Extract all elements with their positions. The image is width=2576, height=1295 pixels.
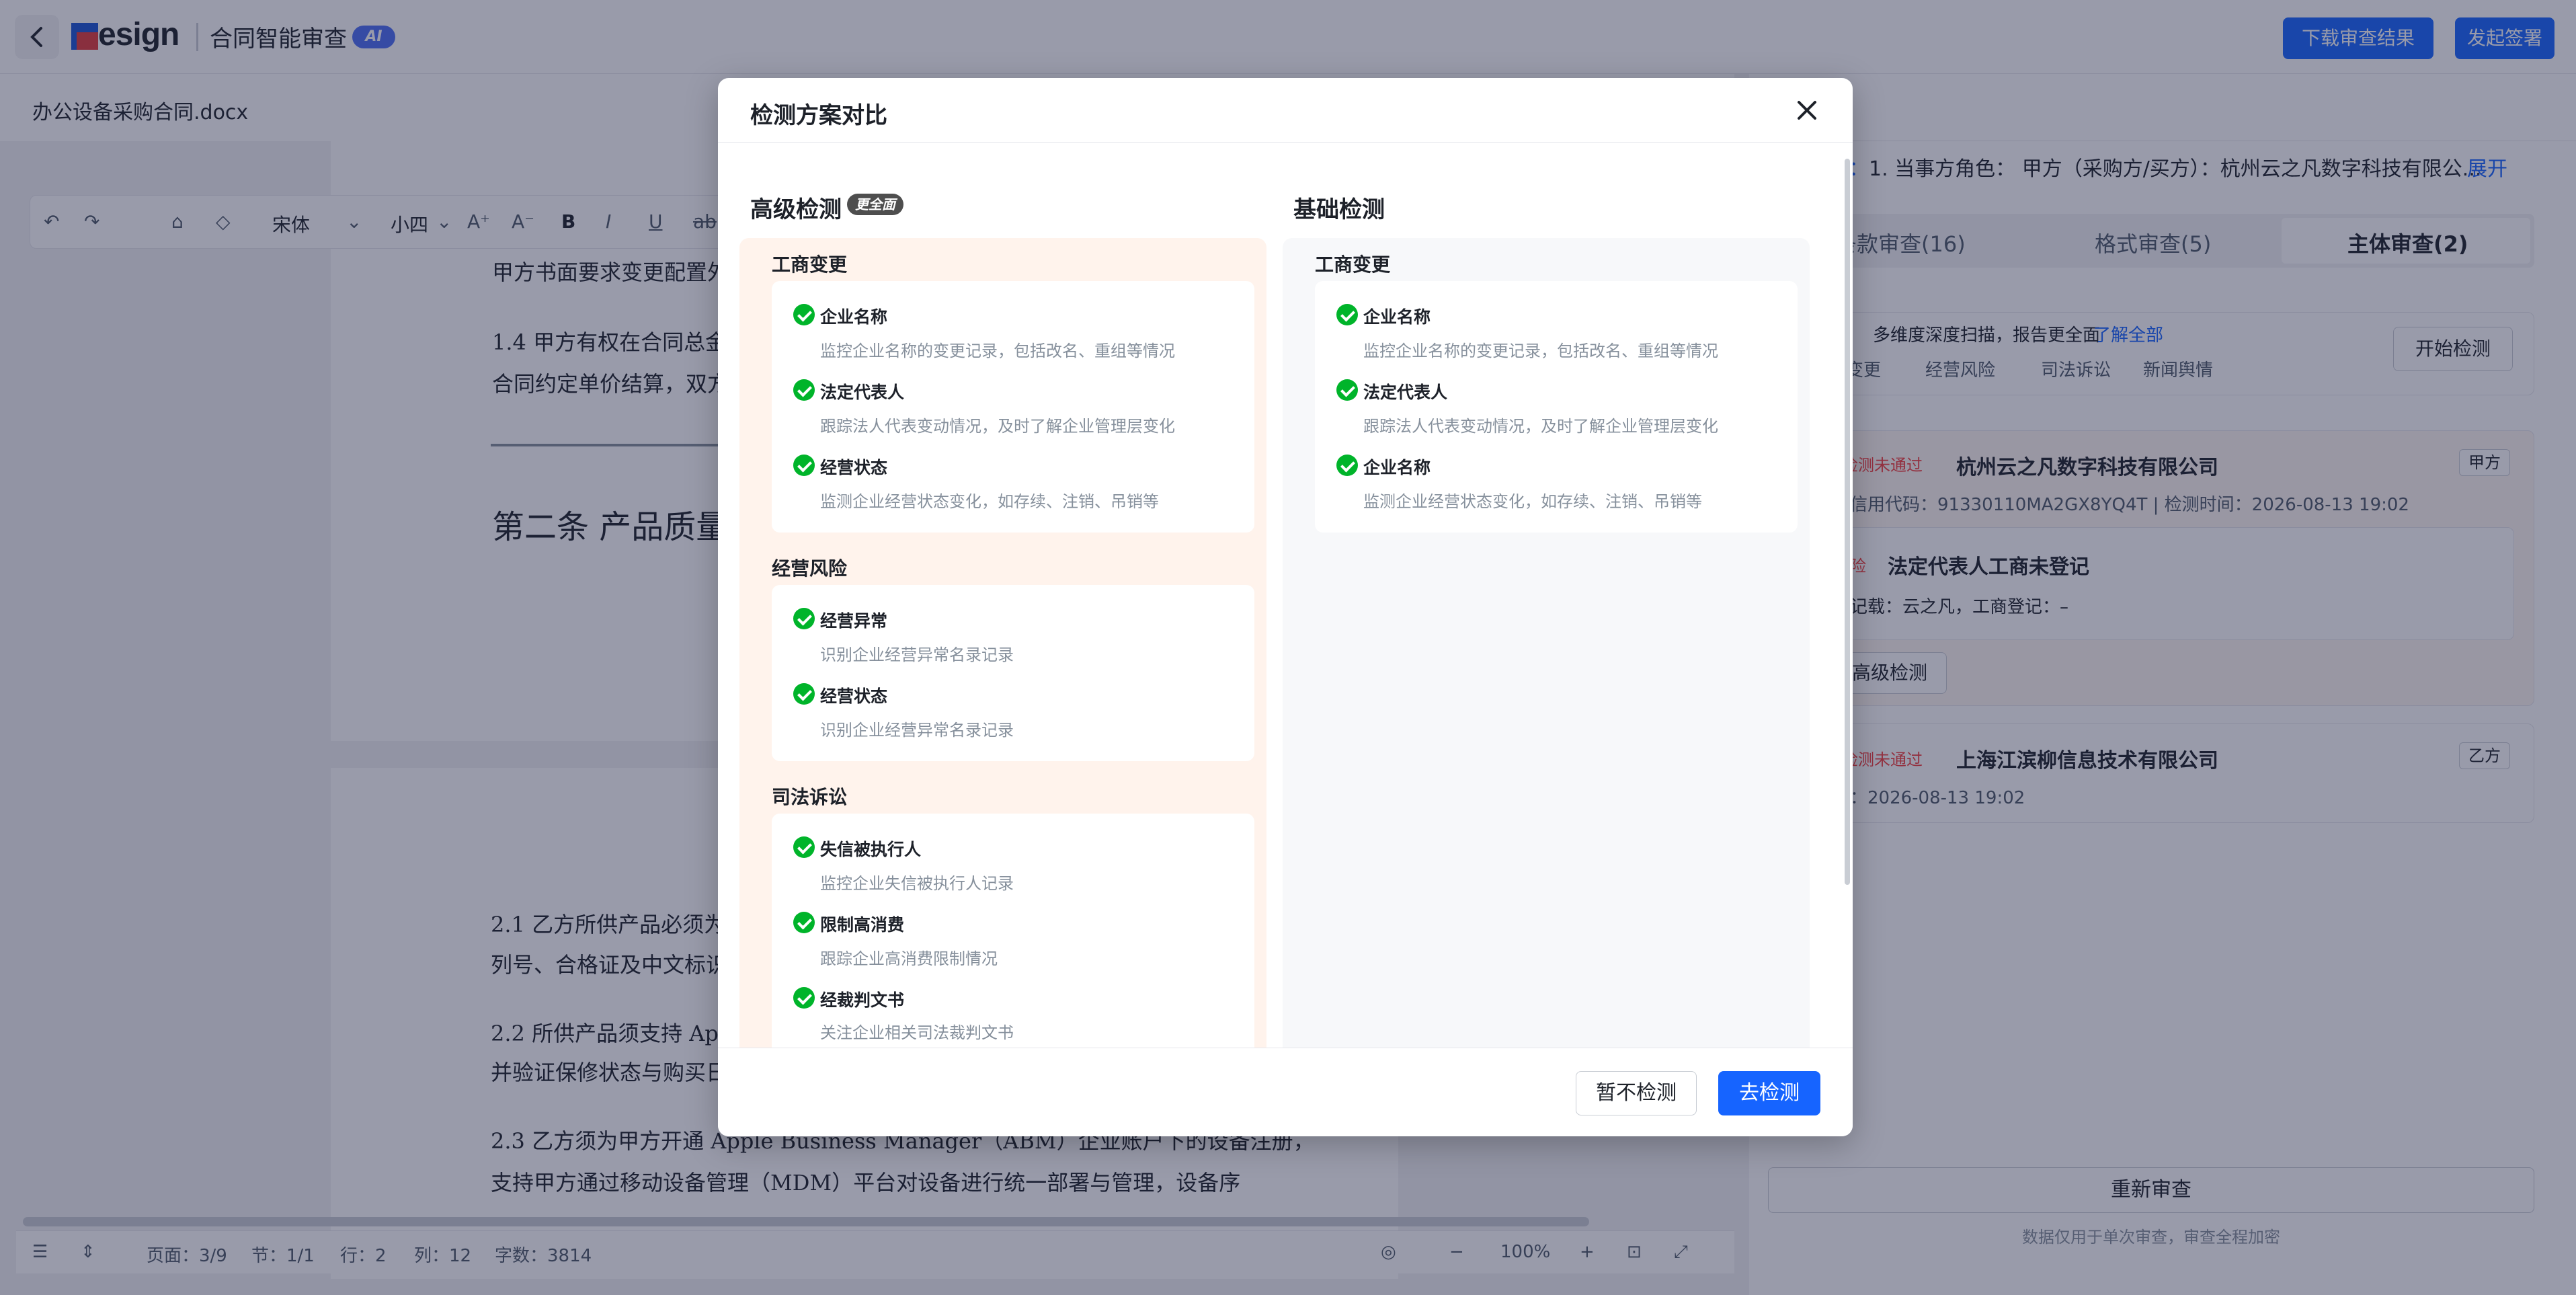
section-title: 工商变更 (1315, 253, 1391, 276)
feature-name: 企业名称 (1363, 458, 1431, 477)
feature-name: 失信被执行人 (820, 840, 922, 859)
feature-name: 经营异常 (820, 611, 888, 631)
section-title: 司法诉讼 (772, 786, 848, 808)
feature-name: 经营状态 (820, 686, 888, 706)
check-icon (1336, 379, 1358, 401)
feature-desc: 监控企业名称的变更记录，包括改名、重组等情况 (820, 342, 1175, 360)
feature-desc: 跟踪法人代表变动情况，及时了解企业管理层变化 (820, 417, 1175, 436)
vertical-scrollbar[interactable] (1845, 159, 1850, 885)
skip-check-button[interactable]: 暂不检测 (1576, 1071, 1697, 1115)
check-icon (1336, 455, 1358, 476)
basic-plan-title: 基础检测 (1293, 196, 1385, 223)
check-icon (793, 987, 815, 1009)
feature-desc: 跟踪企业高消费限制情况 (820, 949, 998, 968)
plan-compare-dialog: 检测方案对比 高级检测 更全面 基础检测 工商变更 企业名称 监控企业名称的变更… (718, 78, 1853, 1136)
check-icon (793, 379, 815, 401)
feature-desc: 跟踪法人代表变动情况，及时了解企业管理层变化 (1363, 417, 1718, 436)
section-title: 工商变更 (772, 253, 848, 276)
check-icon (793, 912, 815, 933)
check-icon (793, 608, 815, 629)
more-comprehensive-badge: 更全面 (847, 194, 903, 215)
feature-desc: 监控企业失信被执行人记录 (820, 874, 1014, 893)
feature-desc: 监测企业经营状态变化，如存续、注销、吊销等 (820, 492, 1159, 511)
check-icon (793, 455, 815, 476)
feature-name: 企业名称 (1363, 307, 1431, 327)
feature-name: 企业名称 (820, 307, 888, 327)
feature-desc: 监测企业经营状态变化，如存续、注销、吊销等 (1363, 492, 1702, 511)
feature-name: 限制高消费 (820, 915, 905, 935)
dialog-footer: 暂不检测 去检测 (718, 1048, 1853, 1136)
feature-name: 经裁判文书 (820, 990, 905, 1010)
feature-desc: 监控企业名称的变更记录，包括改名、重组等情况 (1363, 342, 1718, 360)
feature-name: 法定代表人 (820, 383, 905, 402)
feature-desc: 关注企业相关司法裁判文书 (820, 1023, 1014, 1042)
section-title: 经营风险 (772, 557, 848, 580)
feature-desc: 识别企业经营异常名录记录 (820, 645, 1014, 664)
advanced-plan-title: 高级检测 (750, 196, 842, 223)
check-icon (793, 836, 815, 858)
dialog-body: 高级检测 更全面 基础检测 工商变更 企业名称 监控企业名称的变更记录，包括改名… (718, 78, 1853, 1048)
check-icon (1336, 304, 1358, 325)
feature-desc: 识别企业经营异常名录记录 (820, 721, 1014, 740)
go-check-button[interactable]: 去检测 (1718, 1071, 1820, 1115)
feature-name: 经营状态 (820, 458, 888, 477)
feature-name: 法定代表人 (1363, 383, 1448, 402)
check-icon (793, 683, 815, 705)
check-icon (793, 304, 815, 325)
